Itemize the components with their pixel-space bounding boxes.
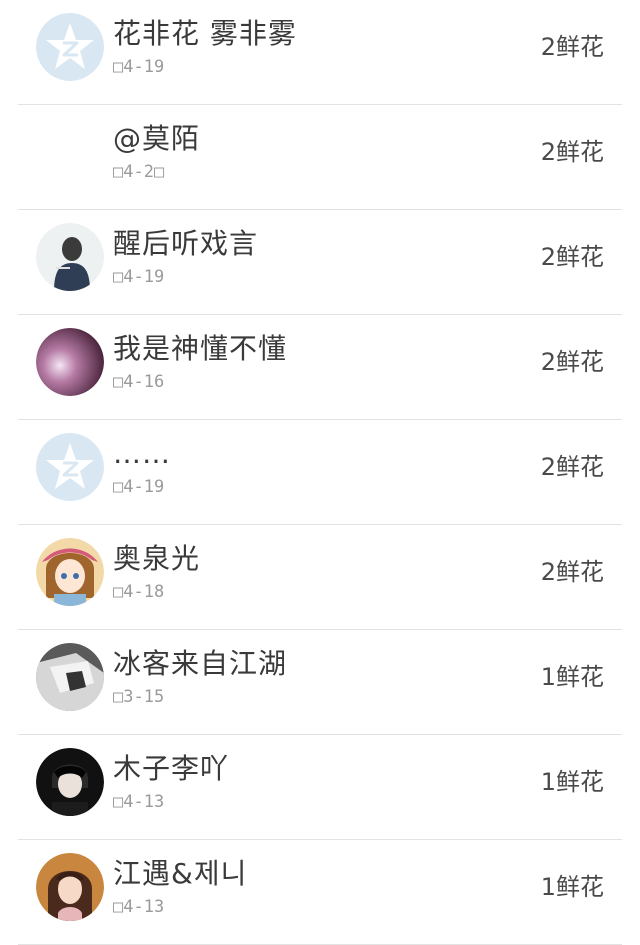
- send-date: □4-2□: [113, 162, 165, 182]
- list-item[interactable]: 奥泉光 □4-18 2鲜花: [0, 525, 640, 630]
- send-date: □4-19: [113, 57, 165, 77]
- send-date: □4-13: [113, 792, 165, 812]
- flower-count: 1鲜花: [540, 768, 604, 796]
- avatar[interactable]: [36, 118, 104, 186]
- flower-count: 2鲜花: [540, 243, 604, 271]
- sender-name: ……: [113, 437, 171, 470]
- flower-count: 2鲜花: [540, 33, 604, 61]
- list-item[interactable]: 冰客来自江湖 □3-15 1鲜花: [0, 630, 640, 735]
- avatar[interactable]: [36, 853, 104, 921]
- purple-glow-photo: [36, 328, 104, 396]
- qq-default-icon: [36, 13, 104, 81]
- anime-girl-photo: [36, 538, 104, 606]
- avatar[interactable]: [36, 223, 104, 291]
- flower-count: 1鲜花: [540, 873, 604, 901]
- send-date: □4-16: [113, 372, 165, 392]
- sender-name: @莫陌: [113, 122, 201, 155]
- flower-count: 2鲜花: [540, 558, 604, 586]
- list-item[interactable]: 醒后听戏言 □4-19 2鲜花: [0, 210, 640, 315]
- list-item[interactable]: 江遇&제니 □4-13 1鲜花: [0, 840, 640, 945]
- send-date: □4-19: [113, 477, 165, 497]
- dark-portrait-photo: [36, 748, 104, 816]
- list-item[interactable]: @莫陌 □4-2□ 2鲜花: [0, 105, 640, 210]
- person-back-photo: [36, 223, 104, 291]
- avatar[interactable]: [36, 13, 104, 81]
- avatar[interactable]: [36, 748, 104, 816]
- sender-name: 木子李吖: [113, 752, 230, 785]
- send-date: □3-15: [113, 687, 165, 707]
- girl-portrait-photo: [36, 853, 104, 921]
- flower-count: 2鲜花: [540, 348, 604, 376]
- grayscale-photo: [36, 643, 104, 711]
- avatar[interactable]: [36, 328, 104, 396]
- sender-name: 花非花 雾非雾: [113, 17, 297, 50]
- list-item[interactable]: 我是神懂不懂 □4-16 2鲜花: [0, 315, 640, 420]
- send-date: □4-13: [113, 897, 165, 917]
- sender-name: 醒后听戏言: [113, 227, 259, 260]
- avatar[interactable]: [36, 538, 104, 606]
- flower-count: 2鲜花: [540, 138, 604, 166]
- sender-name: 我是神懂不懂: [113, 332, 288, 365]
- sender-name: 江遇&제니: [113, 857, 248, 890]
- avatar[interactable]: [36, 433, 104, 501]
- list-item[interactable]: 木子李吖 □4-13 1鲜花: [0, 735, 640, 840]
- send-date: □4-19: [113, 267, 165, 287]
- list-item[interactable]: …… □4-19 2鲜花: [0, 420, 640, 525]
- flower-sender-list: 花非花 雾非雾 □4-19 2鲜花 @莫陌 □4-2□ 2鲜花 醒后听戏言 □4…: [0, 0, 640, 945]
- sender-name: 奥泉光: [113, 542, 201, 575]
- list-item[interactable]: 花非花 雾非雾 □4-19 2鲜花: [0, 0, 640, 105]
- sender-name: 冰客来自江湖: [113, 647, 288, 680]
- avatar[interactable]: [36, 643, 104, 711]
- send-date: □4-18: [113, 582, 165, 602]
- qq-default-icon: [36, 433, 104, 501]
- flower-count: 2鲜花: [540, 453, 604, 481]
- flower-count: 1鲜花: [540, 663, 604, 691]
